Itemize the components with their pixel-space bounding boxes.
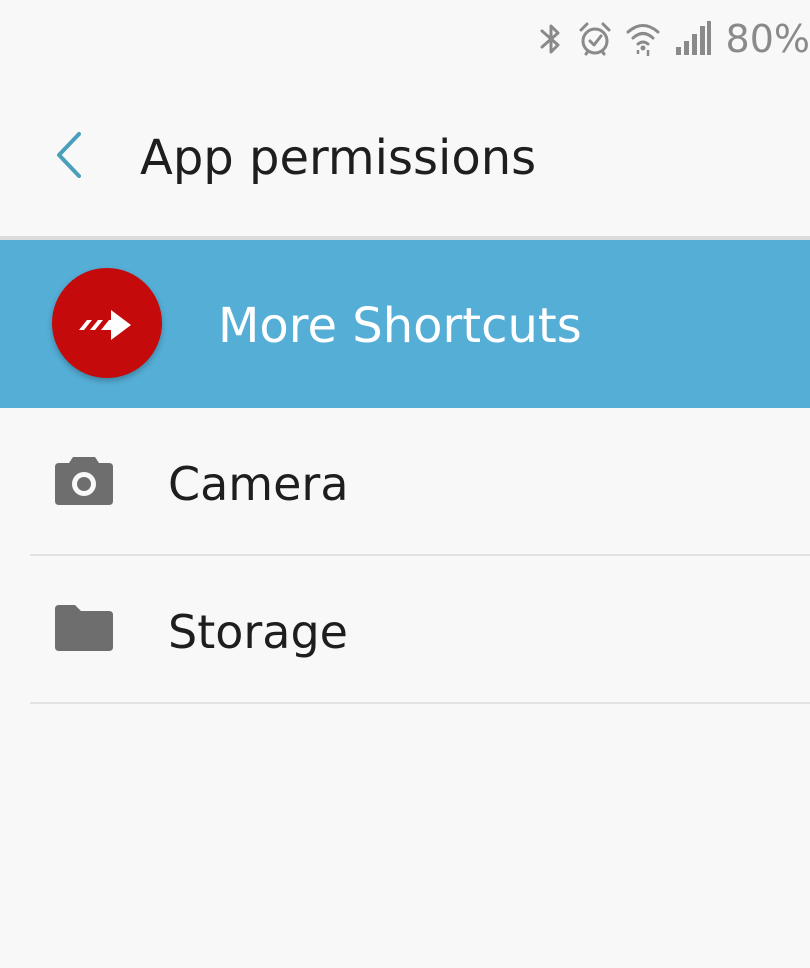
app-name: More Shortcuts (218, 298, 582, 354)
app-bar: App permissions (0, 80, 810, 238)
permission-list: Camera Storage (0, 408, 810, 704)
status-bar: 80% (0, 0, 810, 80)
back-button[interactable] (38, 120, 98, 194)
permission-item-camera[interactable]: Camera (0, 408, 810, 556)
bluetooth-icon (538, 21, 564, 57)
wifi-icon (626, 21, 660, 57)
battery-percentage: 80% (725, 17, 810, 61)
status-icons: 80% (538, 14, 810, 64)
permission-item-storage[interactable]: Storage (0, 556, 810, 704)
app-info-banner: More Shortcuts (0, 240, 810, 408)
permission-label: Storage (168, 605, 348, 659)
alarm-icon (578, 21, 612, 57)
chevron-left-icon (51, 130, 85, 184)
list-divider (30, 702, 810, 704)
permission-label: Camera (168, 457, 349, 511)
signal-icon (674, 21, 712, 57)
arrow-right-icon (77, 298, 137, 348)
app-icon (52, 268, 162, 378)
folder-icon (52, 600, 116, 656)
page-title: App permissions (140, 130, 537, 186)
app-permissions-screen: 80% App permissions More Shortcuts Camer… (0, 0, 810, 968)
camera-icon (52, 452, 116, 508)
